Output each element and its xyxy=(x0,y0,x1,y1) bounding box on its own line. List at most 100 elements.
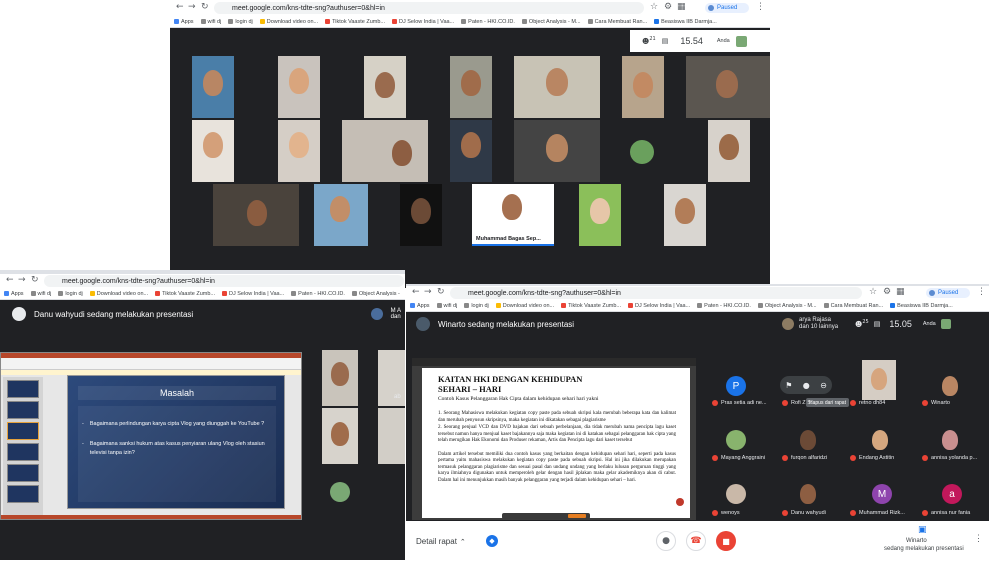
video-tile[interactable] xyxy=(364,56,406,118)
back-icon[interactable]: ← xyxy=(412,287,420,297)
reload-icon[interactable]: ↻ xyxy=(437,287,445,297)
camera-off-button[interactable]: ■ xyxy=(716,531,736,551)
participant-item[interactable]: Danu wahyudi xyxy=(782,510,826,516)
menu-icon[interactable]: ⋮ xyxy=(756,2,765,12)
left-address-bar[interactable]: meet.google.com/kns-tdte-sng?authuser=0&… xyxy=(44,275,404,287)
video-tile[interactable] xyxy=(278,120,320,182)
bookmark-item[interactable]: Tiktok Vaaste Zumb... xyxy=(155,291,215,297)
bookmark-item[interactable]: login dj xyxy=(464,303,489,309)
star-icon[interactable]: ☆ xyxy=(869,287,877,297)
puzzle-icon[interactable]: ▦ xyxy=(677,2,686,12)
bookmark-item[interactable]: Beasiswa IIB Darmja... xyxy=(890,303,953,309)
participant-item[interactable]: wenoys xyxy=(712,510,740,516)
left-shared-screen[interactable]: Masalah - Bagaimana perlindungan karya ci… xyxy=(0,352,302,520)
video-tile[interactable] xyxy=(450,56,492,118)
video-tile[interactable] xyxy=(378,408,405,464)
video-tile[interactable] xyxy=(622,56,664,118)
reload-icon[interactable]: ↻ xyxy=(31,275,39,285)
back-icon[interactable]: ← xyxy=(176,2,184,12)
star-icon[interactable]: ☆ xyxy=(650,2,658,12)
presenting-icon[interactable]: ▣ xyxy=(918,525,927,535)
bookmark-item[interactable]: Paten - HKI.CO.ID. xyxy=(291,291,345,297)
participant-item[interactable]: retno dh84 xyxy=(850,400,885,406)
forward-icon[interactable]: → xyxy=(188,2,196,12)
people-icon[interactable]: ☻25 xyxy=(855,319,869,328)
remove-icon[interactable]: ⊖ xyxy=(820,381,827,390)
bookmark-item[interactable]: DJ Selow India | Vaa... xyxy=(628,303,690,309)
bookmark-item[interactable]: Apps xyxy=(4,291,24,297)
participant-item[interactable]: Rofi Z S... xyxy=(782,400,815,406)
video-tile[interactable] xyxy=(686,56,770,118)
right-paused-chip[interactable]: Paused xyxy=(926,288,970,298)
extension-icon[interactable]: ⚙ xyxy=(883,287,891,297)
bookmark-item[interactable]: wifi dj xyxy=(436,303,457,309)
video-tile[interactable] xyxy=(579,184,621,246)
bookmark-item[interactable]: DJ Selow India | Vaa... xyxy=(392,19,454,25)
video-tile[interactable] xyxy=(450,120,492,182)
bookmark-item[interactable]: Cara Membuat Ran... xyxy=(823,303,883,309)
video-tile[interactable] xyxy=(322,350,358,406)
bookmark-item[interactable]: Object Analysis - M... xyxy=(757,303,817,309)
bookmark-item[interactable]: login dj xyxy=(228,19,253,25)
right-address-bar[interactable]: meet.google.com/kns-tdte-sng?authuser=0&… xyxy=(450,287,862,299)
bookmark-item[interactable]: Download video on... xyxy=(259,19,318,25)
reload-icon[interactable]: ↻ xyxy=(201,2,209,12)
top-paused-chip[interactable]: Paused xyxy=(705,3,749,13)
bookmark-item[interactable]: Download video on... xyxy=(495,303,554,309)
bookmark-item[interactable]: Cara Membuat Ran... xyxy=(587,19,647,25)
bookmark-item[interactable]: Beasiswa IIB Darmja... xyxy=(654,19,717,25)
chat-icon[interactable]: ▤ xyxy=(874,320,881,328)
forward-icon[interactable]: → xyxy=(18,275,26,285)
video-tile[interactable] xyxy=(708,120,750,182)
participant-item[interactable]: Endang Astitin xyxy=(850,455,894,461)
bookmark-item[interactable]: Object Analysis - xyxy=(351,291,400,297)
bookmark-item[interactable]: login dj xyxy=(58,291,83,297)
pin-icon[interactable]: ⚑ xyxy=(785,381,792,390)
video-tile[interactable] xyxy=(862,360,896,400)
chat-icon[interactable]: ▤ xyxy=(662,37,669,45)
back-icon[interactable]: ← xyxy=(6,275,14,285)
bookmark-item[interactable]: Paten - HKI.CO.ID. xyxy=(461,19,515,25)
extension-icon[interactable]: ⚙ xyxy=(664,2,672,12)
more-options-icon[interactable]: ⋮ xyxy=(974,533,983,544)
video-tile[interactable] xyxy=(213,184,299,246)
bookmark-item[interactable]: Apps xyxy=(410,303,430,309)
video-tile[interactable] xyxy=(322,408,358,464)
video-tile[interactable] xyxy=(400,184,442,246)
meeting-details-button[interactable]: Detail rapat ⌃ xyxy=(416,537,466,546)
bookmark-item[interactable]: wifi dj xyxy=(30,291,51,297)
bookmark-item[interactable]: Download video on... xyxy=(89,291,148,297)
end-call-button[interactable]: ☎ xyxy=(686,531,706,551)
video-tile[interactable] xyxy=(514,120,600,182)
participant-item[interactable]: Mayang Anggraini xyxy=(712,455,765,461)
video-tile[interactable] xyxy=(622,120,664,182)
bookmark-item[interactable]: Tiktok Vaaste Zumb... xyxy=(561,303,621,309)
video-tile[interactable] xyxy=(514,56,600,118)
bookmark-item[interactable]: Apps xyxy=(174,19,194,25)
participant-item[interactable]: furqon alfaridzi xyxy=(782,455,827,461)
ppt-slide[interactable]: Masalah - Bagaimana perlindungan karya ci… xyxy=(67,375,285,509)
video-tile[interactable]: Muhammad Bagas Sep... xyxy=(472,184,554,246)
video-tile[interactable] xyxy=(342,120,428,182)
mute-icon[interactable]: ● xyxy=(803,381,810,390)
menu-icon[interactable]: ⋮ xyxy=(977,287,986,297)
shield-icon[interactable]: ◆ xyxy=(486,535,498,547)
people-icon[interactable]: ☻21 xyxy=(642,36,656,45)
forward-icon[interactable]: → xyxy=(424,287,432,297)
participant-item[interactable]: annisa yolanda p... xyxy=(922,455,977,461)
bookmark-item[interactable]: Tiktok Vaaste Zumb... xyxy=(325,19,385,25)
right-shared-screen[interactable]: KAITAN HKI DENGAN KEHIDUPAN SEHARI – HAR… xyxy=(412,358,696,520)
participant-item[interactable]: Muhammad Rizk... xyxy=(850,510,905,516)
video-tile[interactable] xyxy=(278,56,320,118)
video-tile[interactable] xyxy=(192,56,234,118)
bookmark-item[interactable]: Paten - HKI.CO.ID. xyxy=(697,303,751,309)
participant-item[interactable]: Pras setia adi ne... xyxy=(712,400,767,406)
mic-button[interactable]: ● xyxy=(656,531,676,551)
bookmark-item[interactable]: wifi dj xyxy=(200,19,221,25)
bookmark-item[interactable]: DJ Selow India | Vaa... xyxy=(222,291,284,297)
puzzle-icon[interactable]: ▦ xyxy=(896,287,905,297)
bookmark-item[interactable]: Object Analysis - M... xyxy=(521,19,581,25)
participant-item[interactable]: annisa nur fania xyxy=(922,510,970,516)
participant-item[interactable]: Winarto xyxy=(922,400,950,406)
video-tile[interactable] xyxy=(192,120,234,182)
